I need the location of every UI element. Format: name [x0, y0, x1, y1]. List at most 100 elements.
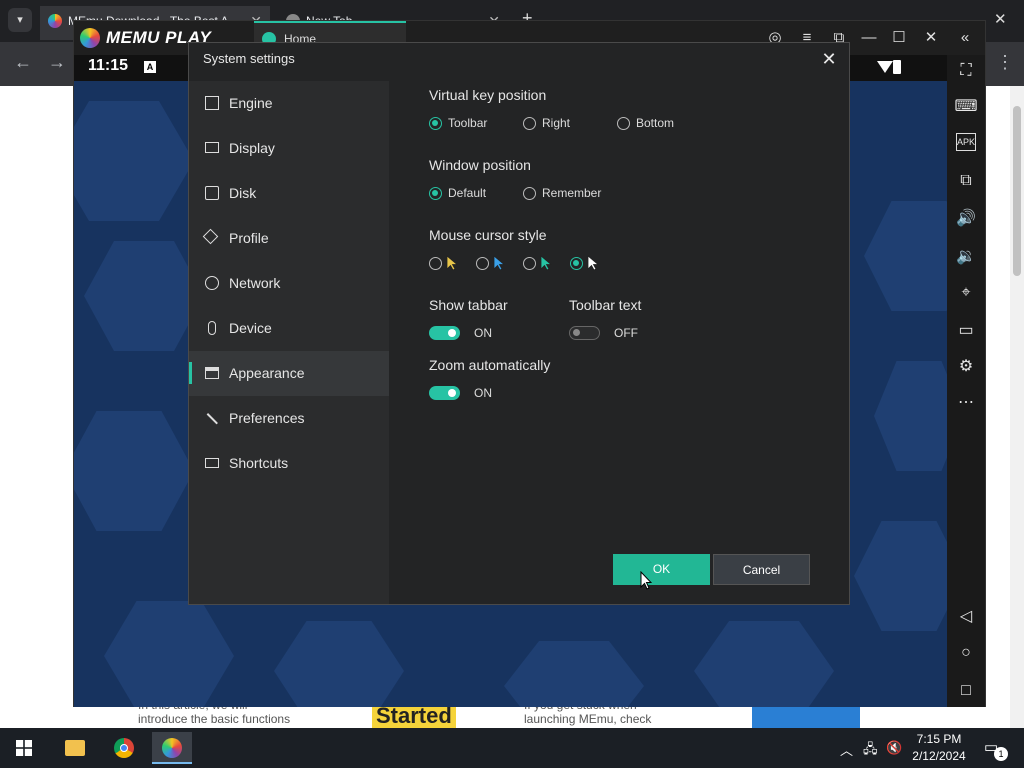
- yellow-cursor-icon: [446, 255, 458, 271]
- memu-gem-icon: [80, 28, 100, 48]
- close-icon[interactable]: ✕: [918, 25, 944, 51]
- network-icon[interactable]: 🖧: [863, 740, 878, 762]
- tray-overflow-chevron-icon[interactable]: ︿: [840, 740, 853, 759]
- windows-taskbar: ︿ 🖧 🔇 7:15 PM 2/12/2024 ▭: [0, 728, 1024, 768]
- cancel-button[interactable]: Cancel: [713, 554, 810, 585]
- window-position-label: Window position: [429, 157, 531, 173]
- ok-button[interactable]: OK: [613, 554, 710, 585]
- sidebar-item-engine[interactable]: Engine: [189, 81, 389, 126]
- radio-indicator: [429, 186, 442, 200]
- wifi-icon: [877, 61, 893, 73]
- chrome-icon-center: [120, 744, 128, 752]
- show-tabbar-toggle[interactable]: ON: [429, 324, 492, 342]
- collapse-toolbar-icon[interactable]: «: [952, 25, 978, 51]
- radio-indicator: [523, 256, 536, 270]
- radio-cursor-yellow[interactable]: [429, 254, 458, 272]
- sidebar-item-label: Engine: [229, 95, 273, 111]
- fullscreen-icon[interactable]: ⛶: [954, 59, 978, 83]
- radio-window-remember[interactable]: Remember: [523, 184, 601, 202]
- system-settings-dialog: System settings ✕ Engine Display Disk Pr…: [188, 42, 850, 605]
- sidebar-item-label: Appearance: [229, 365, 305, 381]
- back-arrow-icon[interactable]: ←: [14, 52, 32, 73]
- toolbar-text-toggle[interactable]: OFF: [569, 324, 638, 342]
- toggle-switch: [429, 386, 460, 400]
- mouse-cursor-label: Mouse cursor style: [429, 227, 547, 243]
- blue-cursor-icon: [493, 255, 505, 271]
- sidebar-item-label: Network: [229, 275, 281, 291]
- start-button[interactable]: [4, 732, 44, 764]
- android-notification-icon: A: [144, 61, 156, 73]
- apk-install-icon[interactable]: APK: [956, 133, 976, 151]
- toggle-switch: [429, 326, 460, 340]
- taskbar-chrome[interactable]: [104, 732, 144, 764]
- folder-icon[interactable]: ▭: [954, 319, 978, 343]
- multi-instance-icon[interactable]: ⧉: [954, 169, 978, 193]
- radio-indicator: [570, 256, 583, 270]
- radio-label: Bottom: [636, 116, 675, 130]
- radio-indicator: [429, 116, 442, 130]
- clock-date[interactable]: 2/12/2024: [903, 749, 975, 763]
- sidebar-item-preferences[interactable]: Preferences: [189, 396, 389, 441]
- clock-time[interactable]: 7:15 PM: [912, 732, 966, 746]
- radio-label: Remember: [542, 186, 602, 200]
- maximize-icon[interactable]: ☐: [886, 25, 912, 51]
- volume-muted-icon[interactable]: 🔇: [886, 740, 902, 756]
- radio-window-default[interactable]: Default: [429, 184, 486, 202]
- radio-virtual-key-toolbar[interactable]: Toolbar: [429, 114, 487, 132]
- radio-label: Toolbar: [448, 116, 488, 130]
- wallpaper-hexagon: [864, 201, 947, 311]
- scrollbar-thumb[interactable]: [1013, 106, 1021, 276]
- sidebar-item-display[interactable]: Display: [189, 126, 389, 171]
- radio-virtual-key-right[interactable]: Right: [523, 114, 570, 132]
- forward-arrow-icon[interactable]: →: [48, 52, 66, 73]
- radio-indicator: [523, 186, 536, 200]
- wallpaper-hexagon: [74, 411, 194, 531]
- radio-cursor-white[interactable]: [570, 254, 599, 272]
- tab-list-button[interactable]: ▾: [8, 8, 32, 32]
- sidebar-item-disk[interactable]: Disk: [189, 171, 389, 216]
- keyboard-icon: [205, 458, 219, 468]
- radio-cursor-blue[interactable]: [476, 254, 505, 272]
- window-close-icon[interactable]: ✕: [994, 10, 1007, 28]
- toggle-state: ON: [474, 386, 492, 400]
- android-back-icon[interactable]: ◁: [954, 605, 978, 629]
- android-home-icon[interactable]: ○: [954, 641, 978, 665]
- sidebar-item-device[interactable]: Device: [189, 306, 389, 351]
- wrench-icon: [206, 411, 220, 425]
- sidebar-item-label: Disk: [229, 185, 257, 201]
- show-tabbar-label: Show tabbar: [429, 297, 508, 313]
- radio-indicator: [523, 116, 536, 130]
- wallpaper-hexagon: [854, 521, 947, 631]
- location-icon[interactable]: ⌖: [954, 281, 978, 305]
- sidebar-item-appearance[interactable]: Appearance: [189, 351, 389, 396]
- settings-gear-icon[interactable]: ⚙: [954, 355, 978, 379]
- page-scrollbar[interactable]: [1010, 86, 1024, 728]
- volume-down-icon[interactable]: 🔉: [954, 245, 978, 269]
- snippet-line: launching MEmu, check: [524, 712, 652, 726]
- sidebar-item-shortcuts[interactable]: Shortcuts: [189, 441, 389, 486]
- android-recents-icon[interactable]: □: [954, 679, 978, 703]
- mouse-pointer-icon: [640, 571, 652, 590]
- minimize-icon[interactable]: —: [856, 25, 882, 51]
- toolbar-text-label: Toolbar text: [569, 297, 642, 313]
- zoom-auto-toggle[interactable]: ON: [429, 384, 492, 402]
- sidebar-item-network[interactable]: Network: [189, 261, 389, 306]
- menu-dots-icon[interactable]: ⋮: [996, 52, 1014, 73]
- volume-up-icon[interactable]: 🔊: [954, 207, 978, 231]
- more-dots-icon[interactable]: ⋯: [954, 391, 978, 415]
- microphone-icon: [208, 321, 216, 335]
- taskbar-file-explorer[interactable]: [55, 732, 95, 764]
- chip-icon: [205, 96, 219, 110]
- taskbar-memu[interactable]: [152, 732, 192, 764]
- radio-indicator: [476, 256, 489, 270]
- radio-cursor-teal[interactable]: [523, 254, 552, 272]
- notification-count-badge: 1: [994, 747, 1008, 761]
- keyboard-mapping-icon[interactable]: ⌨: [954, 95, 978, 119]
- radio-virtual-key-bottom[interactable]: Bottom: [617, 114, 674, 132]
- wallpaper-hexagon: [694, 621, 834, 707]
- settings-sidebar: Engine Display Disk Profile Network Devi…: [189, 81, 389, 604]
- dialog-close-icon[interactable]: ✕: [817, 47, 841, 71]
- sidebar-item-profile[interactable]: Profile: [189, 216, 389, 261]
- toggle-switch: [569, 326, 600, 340]
- wallpaper-hexagon: [274, 621, 404, 707]
